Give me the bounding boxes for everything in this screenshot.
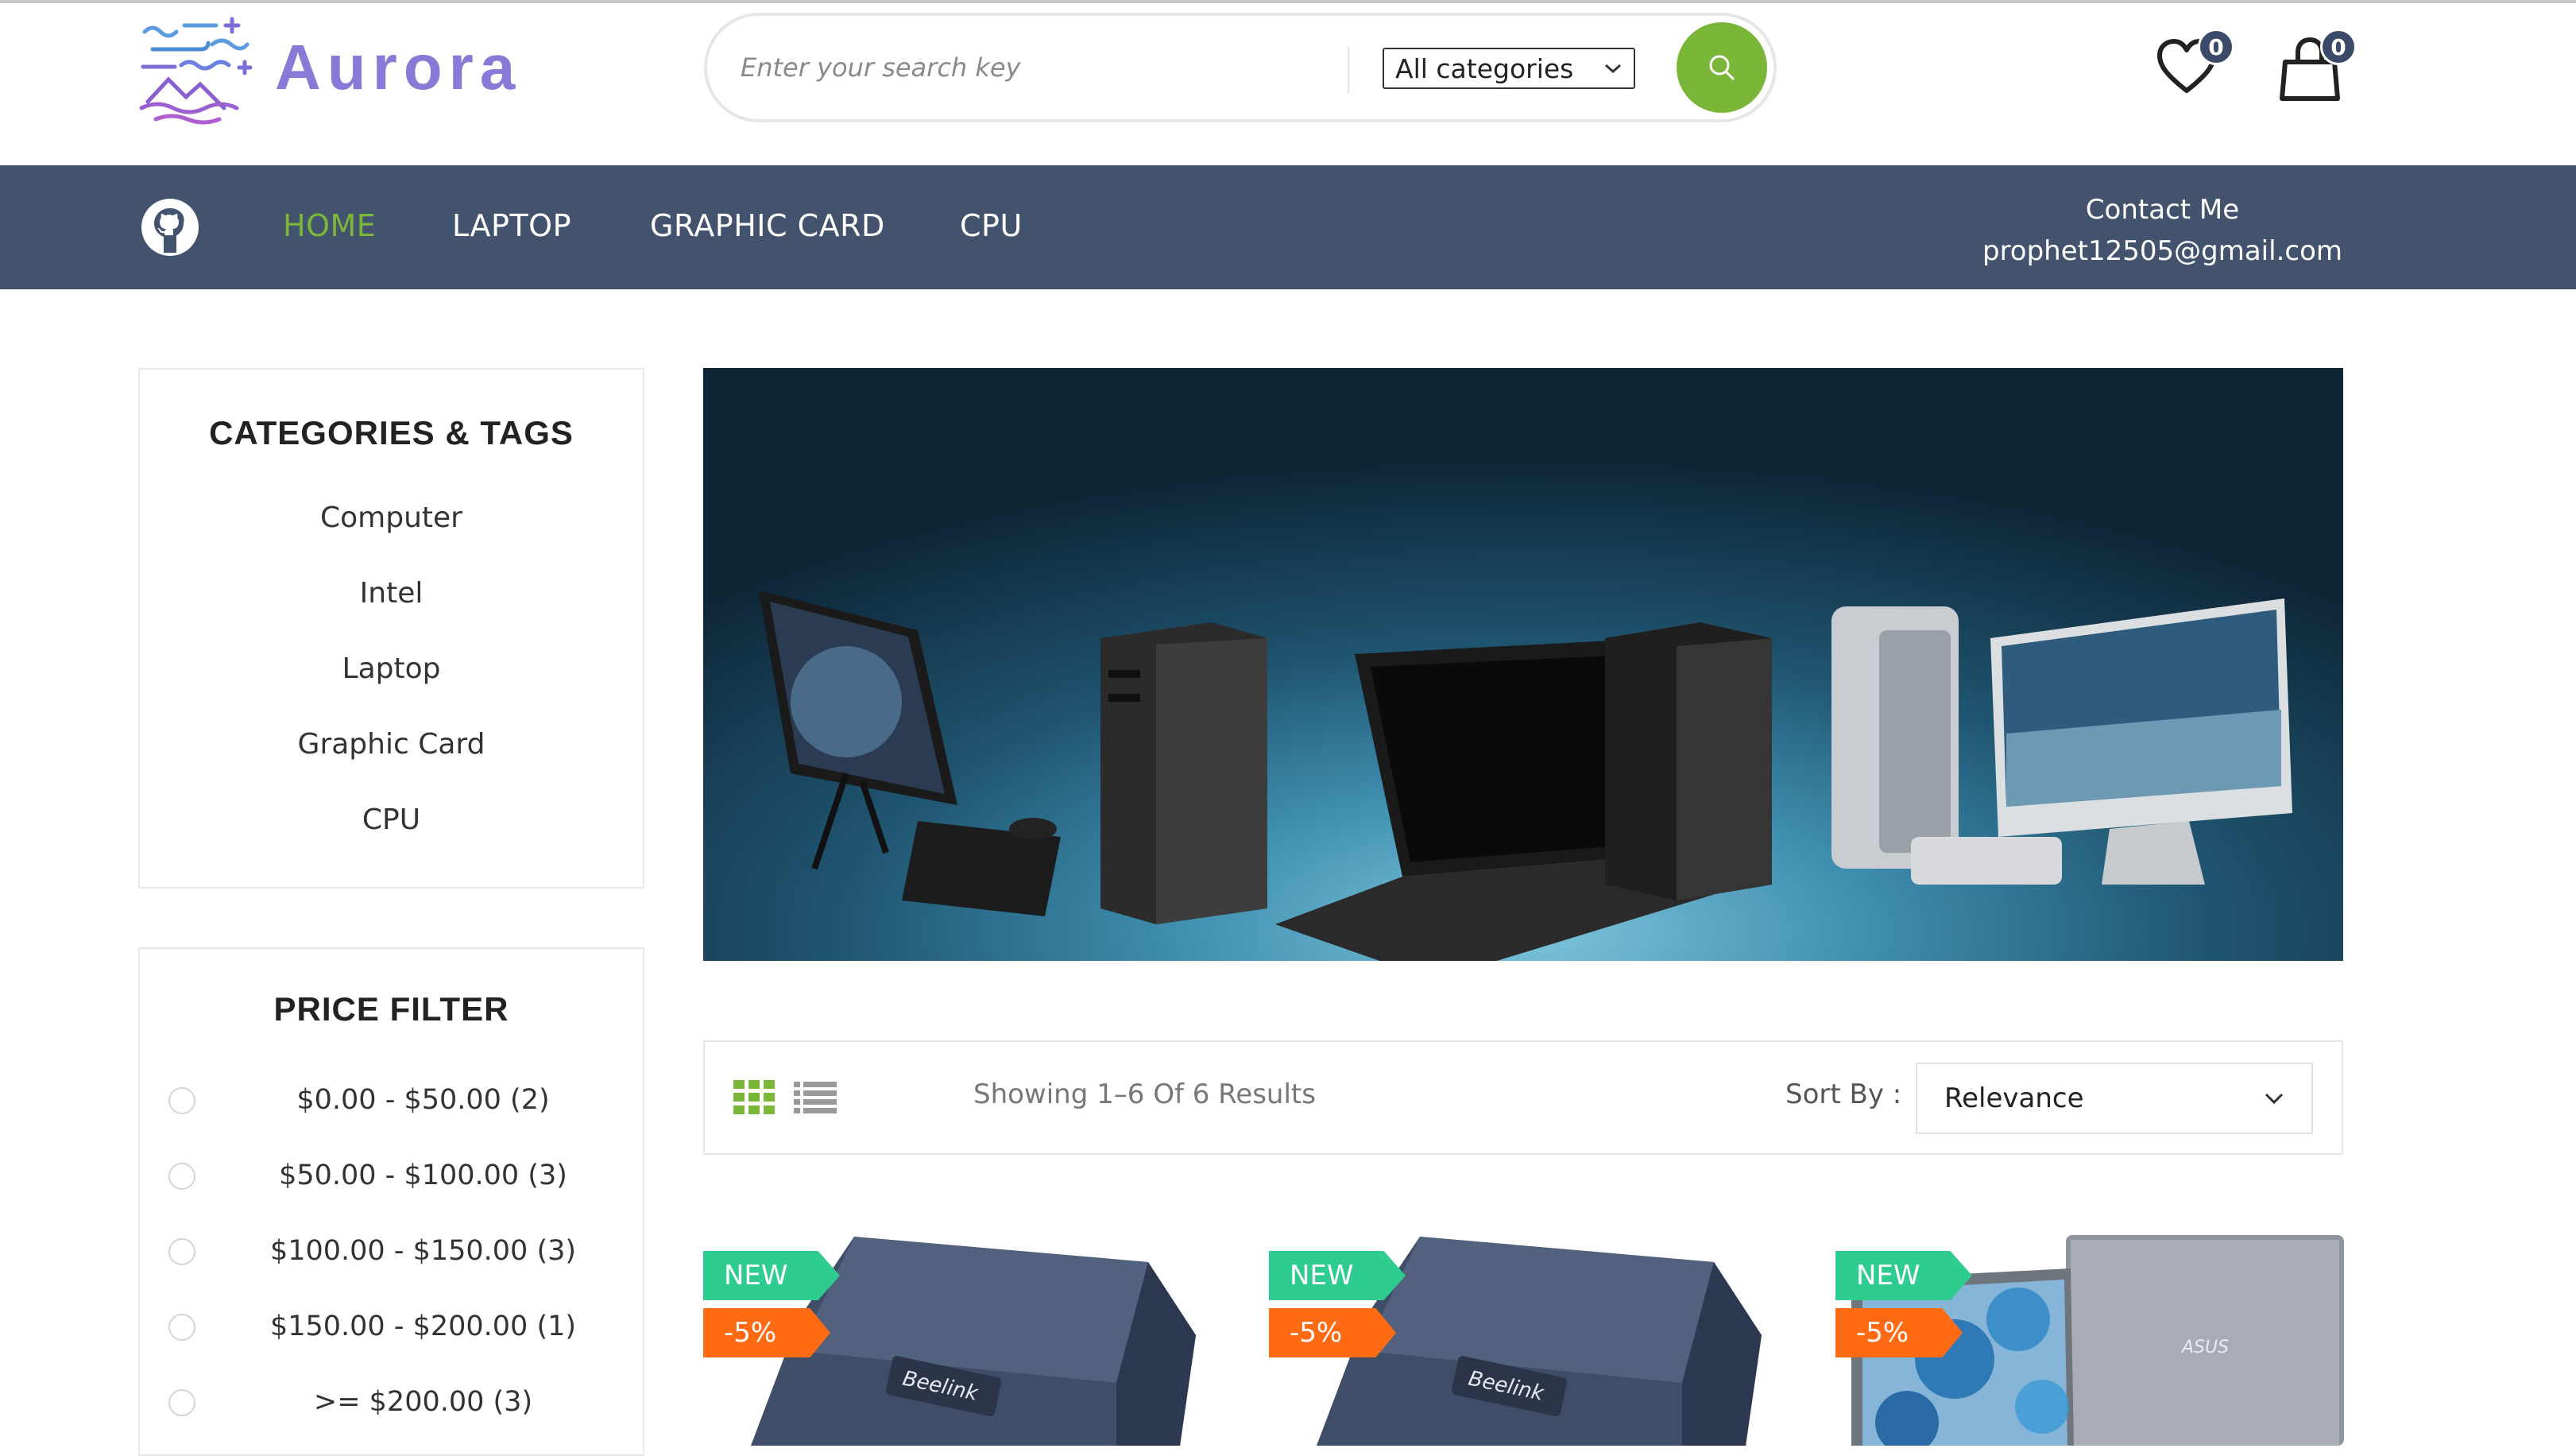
- category-select-value: All categories: [1395, 52, 1574, 84]
- computers-banner-image: [759, 591, 2292, 961]
- logo[interactable]: Aurora: [137, 8, 534, 127]
- category-cpu[interactable]: CPU: [140, 804, 643, 836]
- aurora-logo-icon: [139, 17, 253, 125]
- category-select[interactable]: All categories: [1383, 48, 1635, 89]
- results-count: Showing 1–6 Of 6 Results: [973, 1078, 1316, 1110]
- nav-cpu[interactable]: CPU: [960, 208, 1023, 248]
- wishlist-count-badge: 0: [2198, 29, 2234, 65]
- radio-button[interactable]: [168, 1238, 195, 1265]
- chevron-down-icon: [2265, 1093, 2284, 1105]
- new-badge: NEW: [1835, 1251, 1972, 1300]
- categories-panel: CATEGORIES & TAGS Computer Intel Laptop …: [138, 368, 644, 889]
- categories-title: CATEGORIES & TAGS: [209, 414, 574, 451]
- sort-label: Sort By :: [1785, 1078, 1902, 1110]
- cart-button[interactable]: 0: [2277, 29, 2365, 110]
- price-filter-panel: PRICE FILTER $0.00 - $50.00 (2) $50.00 -…: [138, 947, 644, 1456]
- new-badge: NEW: [1269, 1251, 1406, 1300]
- radio-button[interactable]: [168, 1389, 195, 1416]
- price-option[interactable]: $150.00 - $200.00 (1): [140, 1303, 643, 1350]
- price-option[interactable]: $100.00 - $150.00 (3): [140, 1227, 643, 1275]
- contact-info: Contact Me prophet12505@gmail.com: [1982, 189, 2342, 272]
- category-computer[interactable]: Computer: [140, 501, 643, 534]
- category-graphic-card[interactable]: Graphic Card: [140, 728, 643, 761]
- nav-graphic-card[interactable]: GRAPHIC CARD: [650, 208, 885, 248]
- sort-select-value: Relevance: [1944, 1082, 2084, 1114]
- price-option-label: $100.00 - $150.00 (3): [269, 1235, 577, 1267]
- discount-badge: -5%: [1835, 1308, 1963, 1357]
- grid-view-icon[interactable]: [733, 1080, 776, 1115]
- github-icon[interactable]: [140, 197, 200, 258]
- product-card[interactable]: Beelink NEW -5%: [1269, 1224, 1777, 1446]
- search-input[interactable]: [739, 40, 1311, 95]
- price-option[interactable]: $50.00 - $100.00 (3): [140, 1152, 643, 1199]
- list-view-icon[interactable]: [794, 1082, 837, 1113]
- price-option-label: $50.00 - $100.00 (3): [279, 1160, 567, 1191]
- nav-laptop[interactable]: LAPTOP: [452, 208, 571, 248]
- radio-button[interactable]: [168, 1314, 195, 1341]
- product-card[interactable]: ASUS NEW -5%: [1835, 1224, 2344, 1446]
- price-option-label: $0.00 - $50.00 (2): [296, 1084, 550, 1116]
- search-divider: [1348, 46, 1349, 94]
- top-border: [0, 0, 2576, 3]
- hero-banner[interactable]: [703, 368, 2343, 961]
- chevron-down-icon: [1605, 64, 1621, 74]
- contact-label: Contact Me: [2085, 194, 2240, 226]
- cart-count-badge: 0: [2320, 29, 2357, 65]
- category-intel[interactable]: Intel: [140, 577, 643, 610]
- radio-button[interactable]: [168, 1163, 195, 1190]
- radio-button[interactable]: [168, 1087, 195, 1114]
- discount-badge: -5%: [1269, 1308, 1396, 1357]
- wishlist-button[interactable]: 0: [2156, 29, 2236, 110]
- sort-select[interactable]: Relevance: [1916, 1063, 2313, 1134]
- price-option[interactable]: >= $200.00 (3): [140, 1378, 643, 1426]
- brand-name: Aurora: [275, 32, 522, 103]
- category-laptop[interactable]: Laptop: [140, 652, 643, 685]
- product-card[interactable]: Beelink NEW -5%: [703, 1224, 1212, 1446]
- price-option[interactable]: $0.00 - $50.00 (2): [140, 1076, 643, 1124]
- contact-email[interactable]: prophet12505@gmail.com: [1982, 230, 2342, 272]
- price-option-label: >= $200.00 (3): [313, 1386, 533, 1418]
- search-button[interactable]: [1677, 22, 1767, 113]
- new-badge: NEW: [703, 1251, 840, 1300]
- price-filter-title: PRICE FILTER: [273, 990, 509, 1028]
- search-icon: [1709, 55, 1735, 80]
- search-bar: All categories: [704, 13, 1777, 122]
- main-nav: HOME LAPTOP GRAPHIC CARD CPU Contact Me …: [0, 165, 2576, 289]
- product-toolbar: Showing 1–6 Of 6 Results Sort By : Relev…: [703, 1040, 2343, 1155]
- discount-badge: -5%: [703, 1308, 830, 1357]
- product-brand-text: ASUS: [2180, 1338, 2229, 1357]
- price-option-label: $150.00 - $200.00 (1): [269, 1311, 577, 1342]
- nav-home[interactable]: HOME: [283, 208, 376, 248]
